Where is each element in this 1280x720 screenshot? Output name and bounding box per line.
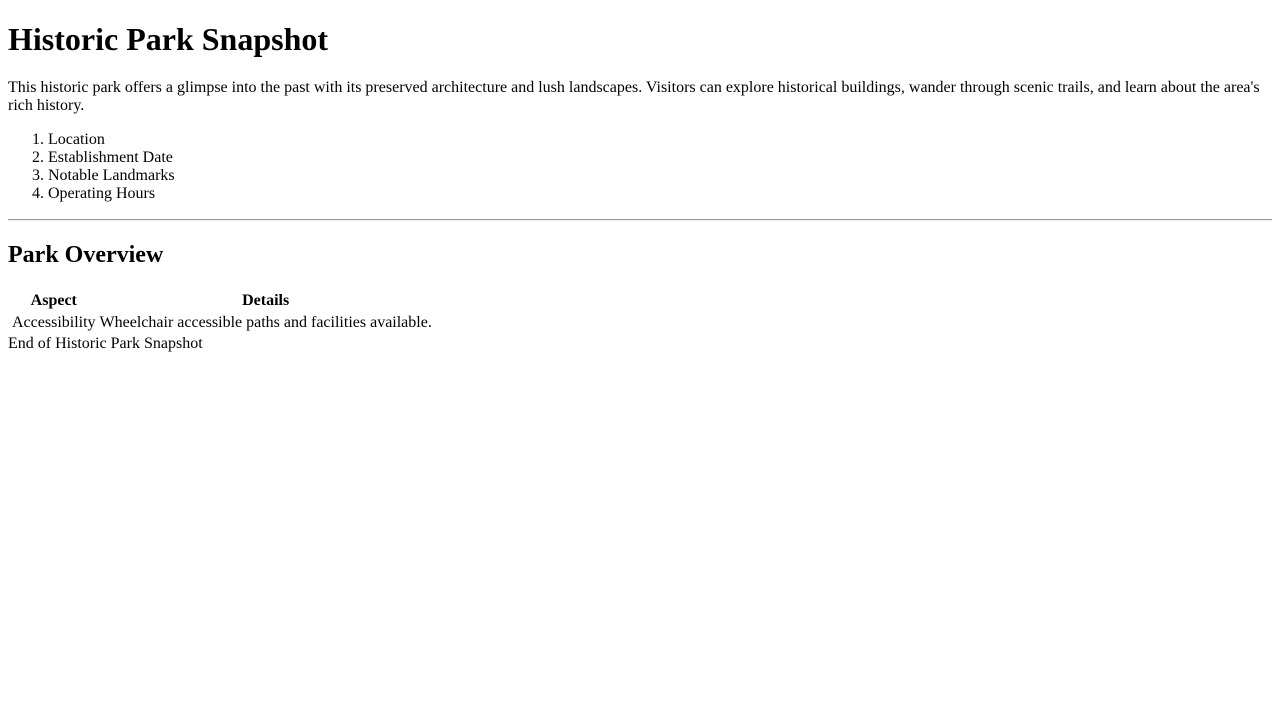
table-row: Accessibility Wheelchair accessible path… bbox=[11, 313, 433, 333]
table-header-row: Aspect Details bbox=[11, 291, 433, 311]
column-header-aspect: Aspect bbox=[30, 292, 77, 309]
list-item: Location bbox=[48, 131, 1272, 149]
section-heading: Park Overview bbox=[8, 242, 164, 268]
overview-table: Aspect Details Accessibility Wheelchair … bbox=[9, 289, 435, 335]
table-cell-aspect: Accessibility bbox=[12, 314, 96, 331]
list-item: Notable Landmarks bbox=[48, 167, 1272, 185]
section-divider bbox=[8, 219, 1272, 221]
column-header-details: Details bbox=[242, 292, 290, 309]
intro-paragraph: This historic park offers a glimpse into… bbox=[8, 79, 1260, 114]
page-title: Historic Park Snapshot bbox=[8, 21, 329, 57]
topics-list: Location Establishment Date Notable Land… bbox=[8, 131, 1272, 203]
list-item: Operating Hours bbox=[48, 185, 1272, 203]
table-cell-details: Wheelchair accessible paths and faciliti… bbox=[99, 314, 432, 331]
footer-text: End of Historic Park Snapshot bbox=[8, 335, 203, 352]
list-item: Establishment Date bbox=[48, 149, 1272, 167]
